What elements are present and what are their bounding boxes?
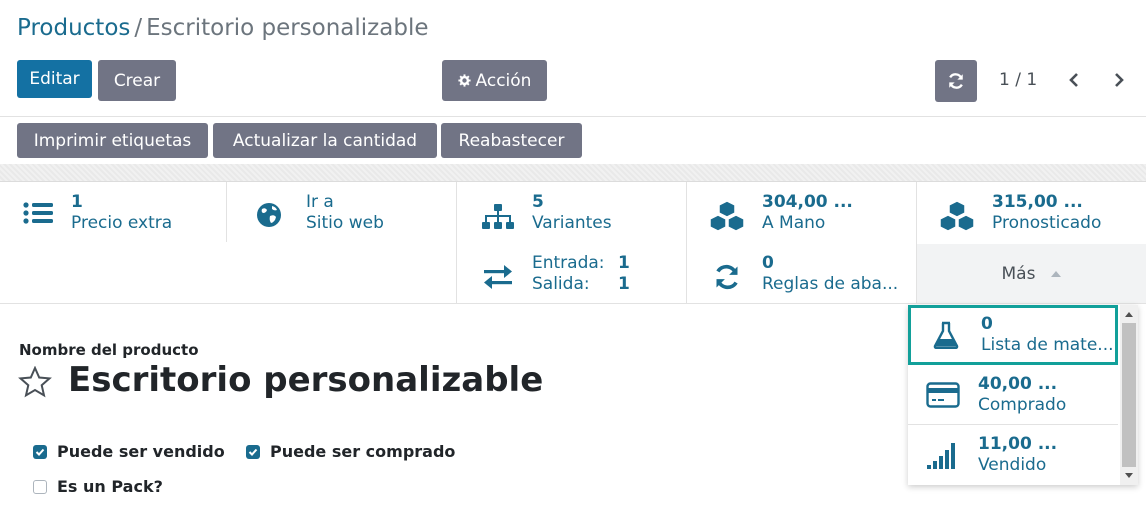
variants-label: Variantes <box>532 213 612 233</box>
forecast-value: 315,00 ... <box>992 192 1083 212</box>
smart-divider <box>456 182 457 303</box>
refresh-icon <box>949 73 963 89</box>
cubes-icon <box>939 200 975 232</box>
pager-next-button[interactable] <box>1109 68 1129 92</box>
bom-value: 0 <box>981 314 993 334</box>
control-panel-divider <box>0 116 1146 117</box>
replenish-button[interactable]: Reabastecer <box>441 123 582 158</box>
print-labels-button[interactable]: Imprimir etiquetas <box>17 123 208 158</box>
exchange-icon <box>484 265 512 289</box>
update-quantity-button[interactable]: Actualizar la cantidad <box>213 123 437 158</box>
button-box-divider <box>0 303 1146 304</box>
checkbox-box[interactable] <box>33 444 47 459</box>
action-button[interactable]: Acción <box>442 60 547 101</box>
product-name-label: Nombre del producto <box>19 341 199 359</box>
scrollbar-thumb[interactable] <box>1122 323 1136 467</box>
can-be-purchased-label: Puede ser comprado <box>270 442 456 461</box>
list-icon <box>23 202 53 224</box>
out-value: 1 <box>618 274 630 294</box>
scroll-down-arrow-icon[interactable] <box>1125 473 1133 478</box>
smart-button-forecast[interactable]: 315,00 ... Pronosticado <box>937 192 1142 234</box>
smart-button-bom[interactable]: 0 Lista de mate... <box>908 305 1118 365</box>
reorder-value: 0 <box>762 253 774 273</box>
variants-value: 5 <box>532 192 544 212</box>
smart-button-on-hand[interactable]: 304,00 ... A Mano <box>707 192 907 234</box>
cubes-icon <box>709 200 745 232</box>
flask-icon <box>933 321 959 349</box>
scroll-up-arrow-icon[interactable] <box>1125 312 1133 317</box>
star-icon <box>18 365 52 398</box>
chevron-left-icon <box>1069 73 1078 87</box>
signal-icon <box>927 443 955 469</box>
smart-button-sold[interactable]: 11,00 ... Vendido <box>908 425 1118 485</box>
smart-divider <box>226 182 227 242</box>
check-icon <box>35 448 45 456</box>
cog-icon <box>457 74 471 87</box>
is-pack-label: Es un Pack? <box>57 477 163 496</box>
breadcrumb-separator: / <box>134 15 143 41</box>
in-label: Entrada: <box>532 253 605 273</box>
out-label: Salida: <box>532 274 590 294</box>
sold-value: 11,00 ... <box>978 434 1058 454</box>
smart-button-website[interactable]: Ir a Sitio web <box>249 192 449 234</box>
edit-button[interactable]: Editar <box>17 60 92 98</box>
sold-label: Vendido <box>978 455 1047 475</box>
breadcrumb-parent-link[interactable]: Productos <box>17 15 130 41</box>
smart-divider <box>686 182 687 303</box>
reorder-label: Reglas de aba... <box>762 274 899 294</box>
more-label: Más <box>1001 264 1036 284</box>
checkbox-box[interactable] <box>246 444 260 459</box>
credit-card-icon <box>926 381 960 408</box>
smart-button-in-out[interactable]: Entrada: 1 Salida: 1 <box>478 253 678 295</box>
refresh-icon <box>716 264 738 290</box>
can-be-sold-checkbox[interactable]: Puede ser vendido <box>33 442 225 461</box>
sheet-background <box>0 164 1146 182</box>
more-dropdown-menu: 0 Lista de mate... 40,00 ... Comprado 11,0… <box>908 305 1138 485</box>
sitemap-icon <box>482 204 514 229</box>
dropdown-scrollbar[interactable] <box>1120 305 1138 485</box>
globe-icon <box>257 203 281 227</box>
breadcrumb-current: Escritorio personalizable <box>146 15 429 41</box>
pager-value[interactable]: 1 / 1 <box>999 70 1037 90</box>
on-hand-value: 304,00 ... <box>762 192 853 212</box>
extra-price-label: Precio extra <box>71 213 173 233</box>
chevron-right-icon <box>1115 73 1124 87</box>
on-hand-label: A Mano <box>762 213 826 233</box>
create-button[interactable]: Crear <box>98 60 176 101</box>
forecast-label: Pronosticado <box>992 213 1102 233</box>
can-be-purchased-checkbox[interactable]: Puede ser comprado <box>246 442 455 461</box>
favorite-star-toggle[interactable] <box>18 365 52 402</box>
smart-button-extra-price[interactable]: 1 Precio extra <box>18 192 226 234</box>
smart-button-purchased[interactable]: 40,00 ... Comprado <box>908 365 1118 425</box>
pager-previous-button[interactable] <box>1064 68 1084 92</box>
breadcrumb: Productos / Escritorio personalizable <box>17 15 429 41</box>
more-button[interactable]: Más <box>917 244 1146 304</box>
website-label: Sitio web <box>306 213 384 233</box>
check-icon <box>248 448 258 456</box>
action-label: Acción <box>475 70 532 91</box>
product-name[interactable]: Escritorio personalizable <box>68 360 543 400</box>
website-value: Ir a <box>306 192 334 212</box>
in-value: 1 <box>618 253 630 273</box>
smart-button-reorder-rules[interactable]: 0 Reglas de aba... <box>707 253 912 295</box>
smart-button-variants[interactable]: 5 Variantes <box>478 192 678 234</box>
can-be-sold-label: Puede ser vendido <box>57 442 225 461</box>
bom-label: Lista de mate... <box>981 335 1114 355</box>
caret-up-icon <box>1051 271 1062 277</box>
extra-price-value: 1 <box>71 192 83 212</box>
purchased-value: 40,00 ... <box>978 373 1058 394</box>
checkbox-box[interactable] <box>33 479 47 494</box>
is-pack-checkbox[interactable]: Es un Pack? <box>33 477 163 496</box>
purchased-label: Comprado <box>978 394 1067 415</box>
reload-button[interactable] <box>935 60 977 102</box>
